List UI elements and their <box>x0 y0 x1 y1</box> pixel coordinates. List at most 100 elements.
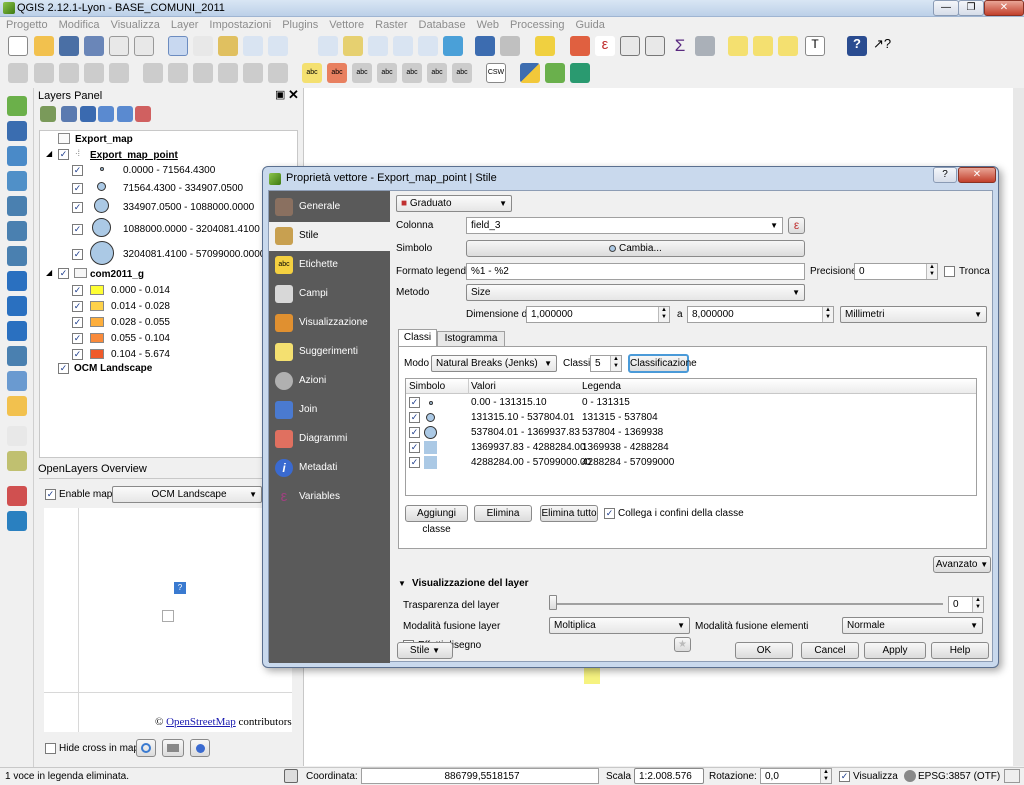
help-button[interactable]: Help <box>931 642 989 659</box>
open-project-icon[interactable] <box>34 36 54 56</box>
sidebar-item-join[interactable]: Join <box>269 396 390 425</box>
measure-icon[interactable] <box>695 36 715 56</box>
refresh-overview-button[interactable] <box>136 739 156 757</box>
sidebar-item-campi[interactable]: Campi <box>269 280 390 309</box>
menu-progetto[interactable]: Progetto <box>0 17 53 31</box>
add-spatialite-icon[interactable] <box>7 171 27 191</box>
class-checkbox[interactable]: ✓ <box>72 202 83 213</box>
sidebar-item-azioni[interactable]: Azioni <box>269 367 390 396</box>
class-checkbox[interactable]: ✓ <box>72 333 83 344</box>
maximize-button[interactable]: ❐ <box>958 0 984 16</box>
class-checkbox[interactable]: ✓ <box>72 183 83 194</box>
osm-link[interactable]: OpenStreetMap <box>166 716 236 728</box>
spin-arrows-icon[interactable]: ▲ ▼ <box>658 307 669 322</box>
metodo-select[interactable]: Size ▼ <box>466 284 805 301</box>
class-checkbox[interactable]: ✓ <box>72 249 83 260</box>
new-bookmark-icon[interactable] <box>753 36 773 56</box>
add-raster-icon[interactable] <box>7 121 27 141</box>
rotazione-spinbox[interactable]: 0,0 ▲ ▼ <box>760 768 832 784</box>
spin-arrows-icon[interactable]: ▲ ▼ <box>822 307 833 322</box>
classi-spinbox[interactable]: 5 ▲ ▼ <box>590 355 622 372</box>
class-checkbox[interactable]: ✓ <box>72 165 83 176</box>
statistics-icon[interactable]: Σ <box>670 36 690 56</box>
effects-settings-button[interactable]: ★ <box>674 637 691 652</box>
zoom-full-icon[interactable] <box>318 36 338 56</box>
overview-map[interactable]: ? © OpenStreetMap contributors <box>44 508 292 732</box>
spin-arrows-icon[interactable]: ▲ ▼ <box>972 597 983 612</box>
add-oracle-icon[interactable] <box>7 221 27 241</box>
table-row[interactable]: ✓ 537804.01 - 1369937.83 537804 - 136993… <box>406 425 976 440</box>
menu-modifica[interactable]: Modifica <box>53 17 105 31</box>
label-tool-icon[interactable]: abc <box>302 63 322 83</box>
add-feature-icon[interactable] <box>84 63 104 83</box>
sidebar-item-etichette[interactable]: abc Etichette <box>269 251 390 280</box>
composer-manager-icon[interactable] <box>134 36 154 56</box>
crs-globe-icon[interactable] <box>904 770 916 782</box>
menu-vettore[interactable]: Vettore <box>323 17 369 31</box>
enable-map-checkbox[interactable]: ✓ <box>45 489 56 500</box>
highlight-labels-icon[interactable]: abc <box>327 63 347 83</box>
trasparenza-spinbox[interactable]: 0 ▲ ▼ <box>948 596 984 613</box>
menu-database[interactable]: Database <box>413 17 471 31</box>
refresh-icon[interactable] <box>443 36 463 56</box>
add-group-icon[interactable] <box>40 106 56 122</box>
zoom-last-icon[interactable] <box>418 36 438 56</box>
zoom-in-icon[interactable] <box>243 36 263 56</box>
plugin-icon[interactable] <box>545 63 565 83</box>
menu-raster[interactable]: Raster <box>369 17 412 31</box>
select-features-icon[interactable] <box>535 36 555 56</box>
show-bookmarks-icon[interactable] <box>778 36 798 56</box>
expand-arrow-icon[interactable]: ◢ <box>46 149 52 158</box>
class-checkbox[interactable]: ✓ <box>72 285 83 296</box>
classificazione-button[interactable]: Classificazione <box>628 354 697 373</box>
ok-button[interactable]: OK <box>735 642 793 659</box>
tab-classi[interactable]: Classi <box>398 329 437 346</box>
formato-input[interactable]: %1 - %2 <box>466 263 805 280</box>
remove-layer-icon[interactable] <box>135 106 151 122</box>
save-as-icon[interactable] <box>84 36 104 56</box>
add-db2-icon[interactable] <box>7 246 27 266</box>
vector-tool-icon[interactable] <box>7 486 27 506</box>
toggle-editing-icon[interactable] <box>34 63 54 83</box>
close-window-button[interactable]: ✕ <box>984 0 1024 16</box>
camera-button[interactable] <box>162 739 184 757</box>
node-editor-icon[interactable] <box>7 451 27 471</box>
whats-this-icon[interactable]: ↗? <box>872 36 892 56</box>
cambia-symbol-button[interactable]: Cambia... <box>466 240 805 257</box>
layer-visibility-checkbox[interactable]: ✓ <box>58 363 69 374</box>
map-tips-icon[interactable] <box>728 36 748 56</box>
new-spatialite-layer-icon[interactable] <box>7 396 27 416</box>
georeferencer-icon[interactable] <box>7 426 27 446</box>
elimina-tutto-button[interactable]: Elimina tutto <box>540 505 598 522</box>
cut-icon[interactable] <box>193 63 213 83</box>
info-overview-button[interactable] <box>190 739 210 757</box>
class-checkbox[interactable]: ✓ <box>72 349 83 360</box>
renderer-select[interactable]: ■ Graduato ▼ <box>396 195 512 212</box>
coord-field[interactable]: 886799,5518157 <box>361 768 599 784</box>
colonna-select[interactable]: field_3 ▼ <box>466 217 783 234</box>
aggiungi-classe-button[interactable]: Aggiungi classe <box>405 505 468 535</box>
node-tool-icon[interactable] <box>143 63 163 83</box>
table-row[interactable]: ✓ 4288284.00 - 57099000.00 4288284 - 570… <box>406 455 976 470</box>
sidebar-item-stile[interactable]: Stile <box>269 222 390 251</box>
fusione-layer-select[interactable]: Moltiplica ▼ <box>549 617 690 634</box>
openlayers-icon[interactable] <box>570 63 590 83</box>
delete-selected-icon[interactable] <box>168 63 188 83</box>
collega-checkbox[interactable]: ✓ <box>604 508 615 519</box>
zoom-out-icon[interactable] <box>268 36 288 56</box>
spin-arrows-icon[interactable]: ▲ ▼ <box>820 769 831 783</box>
menu-layer[interactable]: Layer <box>165 17 204 31</box>
table-row[interactable]: ✓ 0.00 - 131315.10 0 - 131315 <box>406 395 976 410</box>
trasparenza-slider-track[interactable] <box>551 603 943 605</box>
row-checkbox[interactable]: ✓ <box>409 442 420 453</box>
undo-icon[interactable] <box>268 63 288 83</box>
visualizza-checkbox[interactable]: ✓ <box>839 771 850 782</box>
rotate-label-icon[interactable]: abc <box>427 63 447 83</box>
layer-visibility-checkbox[interactable]: ✓ <box>58 268 69 279</box>
menu-processing[interactable]: Processing <box>504 17 569 31</box>
dialog-close-button[interactable]: ✕ <box>958 167 996 183</box>
row-checkbox[interactable]: ✓ <box>409 397 420 408</box>
apply-button[interactable]: Apply <box>864 642 926 659</box>
action-icon[interactable] <box>500 36 520 56</box>
menu-impostazioni[interactable]: Impostazioni <box>203 17 276 31</box>
